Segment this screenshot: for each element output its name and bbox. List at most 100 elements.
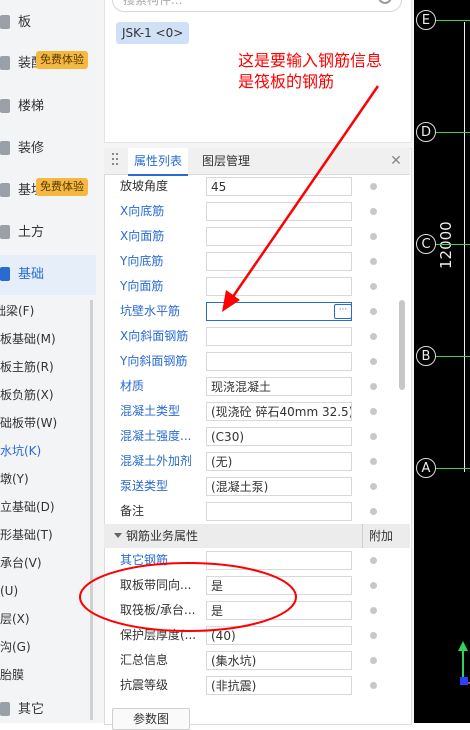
- property-name[interactable]: Y向面筋: [120, 274, 163, 299]
- property-name[interactable]: 混凝土类型: [120, 399, 180, 424]
- property-row[interactable]: 坑壁水平筋 ···: [112, 299, 404, 324]
- property-row[interactable]: 其它钢筋: [112, 548, 404, 573]
- property-row[interactable]: 保护层厚度(... (40): [112, 623, 404, 648]
- drag-handle-icon[interactable]: [112, 153, 120, 169]
- property-row[interactable]: 备注: [112, 499, 404, 524]
- nav-category-other[interactable]: 其它: [0, 690, 96, 723]
- attach-checkbox[interactable]: [370, 582, 377, 589]
- tab-layer-management[interactable]: 图层管理: [198, 148, 254, 174]
- axis-label-circle[interactable]: D: [416, 122, 436, 142]
- property-value-field[interactable]: (混凝土泵): [206, 477, 352, 496]
- property-value-field[interactable]: (现浇砼 碎石40mm 32.5): [206, 402, 352, 421]
- rebar-group-header[interactable]: 钢筋业务属性 附加: [104, 524, 410, 548]
- axis-label-circle[interactable]: C: [416, 234, 436, 254]
- nav-subitem-raft-foundation[interactable]: 筏板基础(M): [0, 325, 78, 353]
- property-row[interactable]: 泵送类型 (混凝土泵): [112, 474, 404, 499]
- property-row[interactable]: Y向斜面钢筋: [112, 349, 404, 374]
- property-row[interactable]: 混凝土类型 (现浇砼 碎石40mm 32.5): [112, 399, 404, 424]
- nav-category-slab[interactable]: 板: [0, 3, 96, 43]
- attach-checkbox[interactable]: [370, 383, 377, 390]
- property-value-field[interactable]: [206, 202, 352, 221]
- nav-subitem-pile-cap[interactable]: 桩承台(V): [0, 549, 78, 577]
- property-value-field[interactable]: 是: [206, 576, 352, 595]
- nav-category-decoration[interactable]: 装修: [0, 129, 96, 169]
- attach-checkbox[interactable]: [370, 183, 377, 190]
- property-value-field[interactable]: 现浇混凝土: [206, 377, 352, 396]
- attach-checkbox[interactable]: [370, 358, 377, 365]
- attach-checkbox[interactable]: [370, 682, 377, 689]
- property-scrollbar[interactable]: [399, 300, 405, 390]
- property-name[interactable]: 坑壁水平筋: [120, 299, 180, 324]
- property-value-field[interactable]: (非抗震): [206, 676, 352, 695]
- nav-subitem-column-pier[interactable]: 柱墩(Y): [0, 465, 78, 493]
- property-row[interactable]: 取筏板/承台... 是: [112, 598, 404, 623]
- attach-checkbox[interactable]: [370, 208, 377, 215]
- nav-subitem-sump-pit[interactable]: 集水坑(K): [0, 437, 78, 465]
- property-name[interactable]: 其它钢筋: [120, 548, 168, 573]
- attach-checkbox[interactable]: [370, 508, 377, 515]
- property-name[interactable]: Y向斜面钢筋: [120, 349, 187, 374]
- property-value-field[interactable]: (无): [206, 452, 352, 471]
- property-value-field[interactable]: [206, 277, 352, 296]
- property-row[interactable]: 取板带同向... 是: [112, 573, 404, 598]
- property-name[interactable]: 混凝土强度...: [120, 424, 191, 449]
- nav-subitem-foundation-beam[interactable]: 基础梁(F): [0, 297, 72, 325]
- axis-label-circle[interactable]: B: [416, 346, 436, 366]
- tab-property-list[interactable]: 属性列表: [128, 148, 189, 176]
- axis-label-circle[interactable]: A: [416, 458, 436, 478]
- property-row[interactable]: 放坡角度 45: [112, 174, 404, 199]
- property-name[interactable]: 材质: [120, 374, 144, 399]
- attach-checkbox[interactable]: [370, 433, 377, 440]
- attach-checkbox[interactable]: [370, 657, 377, 664]
- nav-scrollbar[interactable]: [90, 300, 93, 720]
- property-value-field[interactable]: [206, 252, 352, 271]
- nav-category-earthwork[interactable]: 土方: [0, 213, 96, 253]
- property-row[interactable]: 抗震等级 (非抗震): [112, 673, 404, 698]
- nav-subitem-cushion[interactable]: 垫层(X): [0, 605, 78, 633]
- nav-category-foundation[interactable]: 基础: [0, 255, 96, 295]
- component-item-jsk-1[interactable]: JSK-1 <0>: [116, 22, 190, 44]
- ellipsis-button[interactable]: ···: [334, 304, 352, 319]
- property-value-field[interactable]: [206, 502, 352, 521]
- property-name[interactable]: X向面筋: [120, 224, 164, 249]
- property-name[interactable]: X向斜面钢筋: [120, 324, 188, 349]
- property-row[interactable]: 材质 现浇混凝土: [112, 374, 404, 399]
- attach-checkbox[interactable]: [370, 258, 377, 265]
- axis-label-circle[interactable]: E: [416, 10, 436, 30]
- nav-subitem-raft-main-rebar[interactable]: 筏板主筋(R): [0, 353, 78, 381]
- property-value-field[interactable]: [206, 302, 352, 321]
- property-value-field[interactable]: 45: [206, 177, 352, 196]
- attach-checkbox[interactable]: [370, 483, 377, 490]
- property-row[interactable]: X向面筋: [112, 224, 404, 249]
- property-value-field[interactable]: 是: [206, 601, 352, 620]
- property-name[interactable]: X向底筋: [120, 199, 164, 224]
- nav-subitem-foundation-strip[interactable]: 基础板带(W): [0, 409, 78, 437]
- attach-checkbox[interactable]: [370, 333, 377, 340]
- nav-category-stairs[interactable]: 楼梯: [0, 87, 96, 127]
- attach-checkbox[interactable]: [370, 557, 377, 564]
- nav-subitem-trench[interactable]: 地沟(G): [0, 633, 78, 661]
- nav-subitem-strip-footing[interactable]: 条形基础(T): [0, 521, 78, 549]
- property-name[interactable]: Y向底筋: [120, 249, 163, 274]
- attach-checkbox[interactable]: [370, 233, 377, 240]
- close-icon[interactable]: ✕: [388, 148, 404, 174]
- property-name[interactable]: 混凝土外加剂: [120, 449, 192, 474]
- property-value-field[interactable]: [206, 551, 352, 570]
- attach-checkbox[interactable]: [370, 308, 377, 315]
- attach-checkbox[interactable]: [370, 607, 377, 614]
- property-row[interactable]: X向底筋: [112, 199, 404, 224]
- property-row[interactable]: 混凝土外加剂 (无): [112, 449, 404, 474]
- property-value-field[interactable]: [206, 352, 352, 371]
- nav-subitem-raft-negative-rebar[interactable]: 筏板负筋(X): [0, 381, 78, 409]
- property-value-field[interactable]: [206, 327, 352, 346]
- search-input[interactable]: 搜索构件...: [112, 0, 402, 12]
- property-row[interactable]: X向斜面钢筋: [112, 324, 404, 349]
- property-row[interactable]: 汇总信息 (集水坑): [112, 648, 404, 673]
- property-row[interactable]: Y向面筋: [112, 274, 404, 299]
- property-value-field[interactable]: (集水坑): [206, 651, 352, 670]
- attach-checkbox[interactable]: [370, 408, 377, 415]
- property-name[interactable]: 泵送类型: [120, 474, 168, 499]
- attach-checkbox[interactable]: [370, 632, 377, 639]
- property-row[interactable]: 混凝土强度... (C30): [112, 424, 404, 449]
- nav-subitem-brick-mold[interactable]: 砖胎膜: [0, 661, 78, 689]
